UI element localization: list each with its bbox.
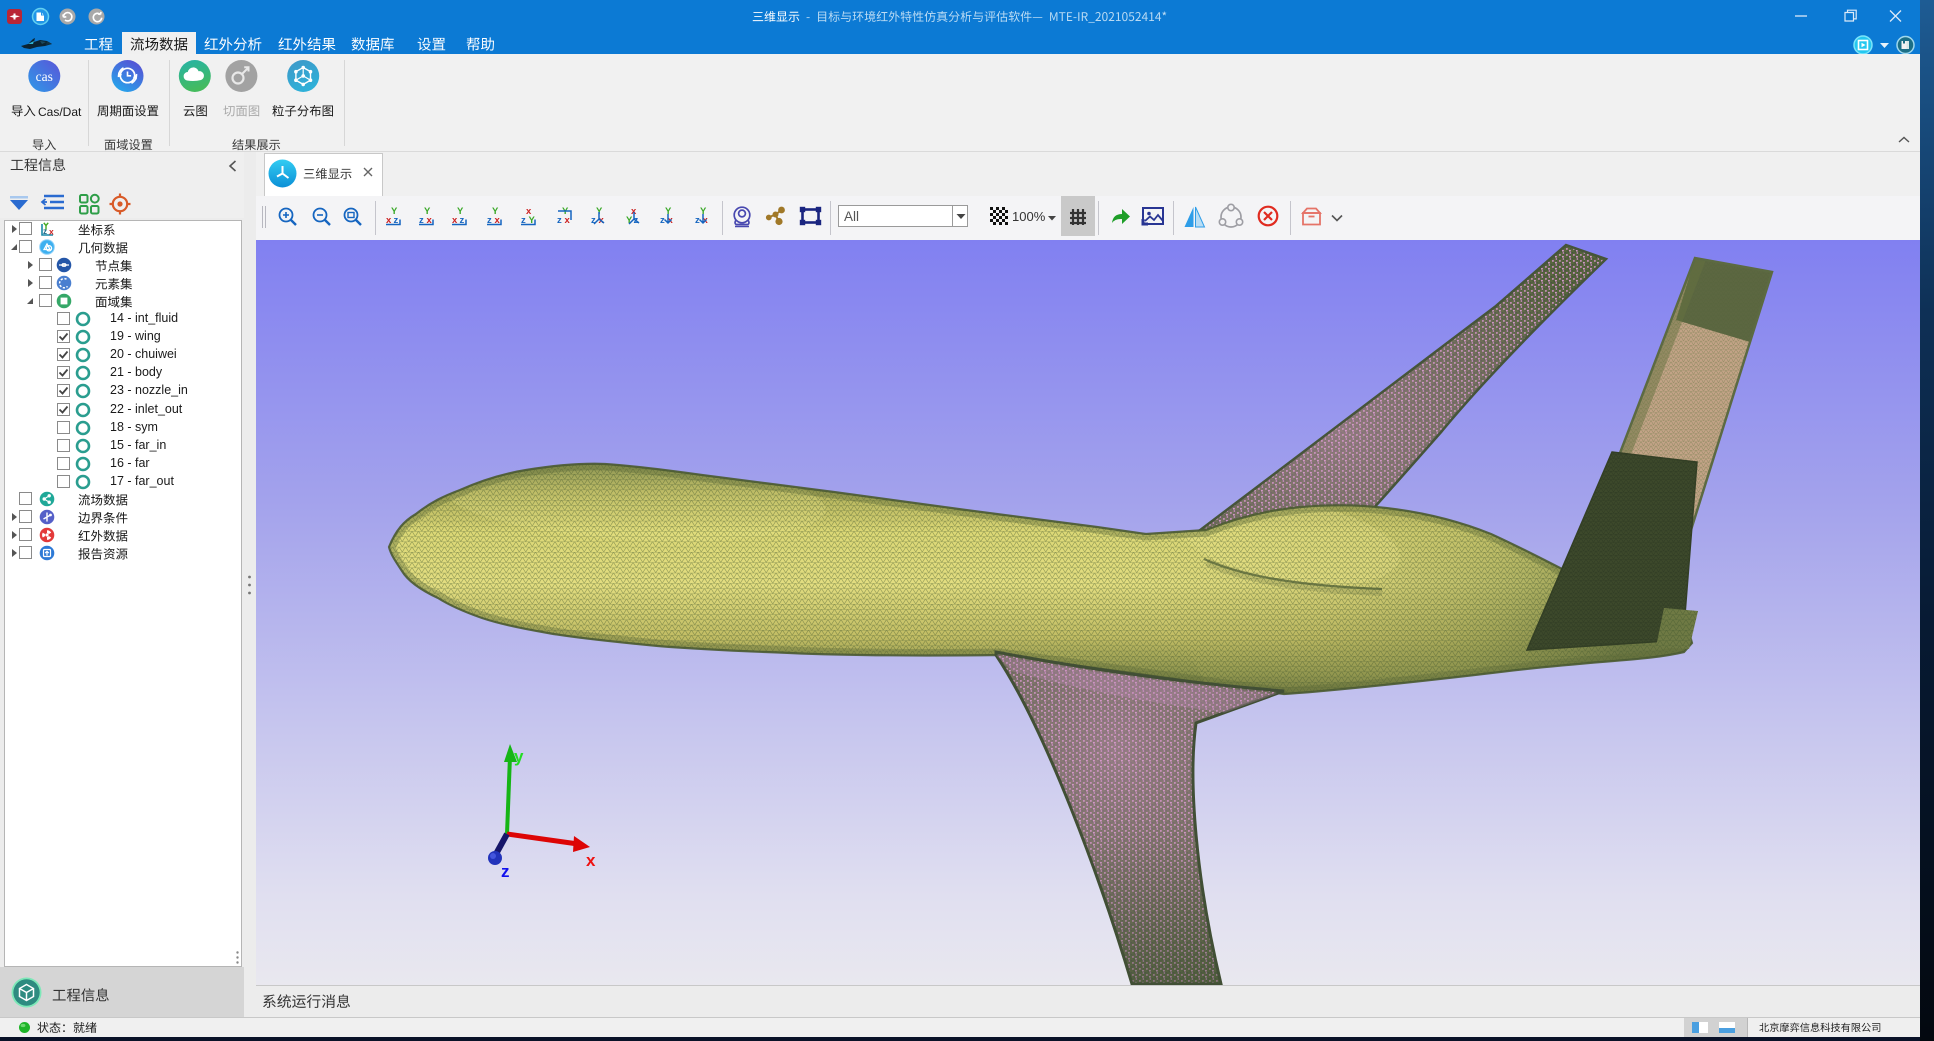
svg-text:Y: Y [492,206,499,217]
svg-text:x: x [526,206,532,217]
svg-text:z: z [43,227,47,236]
svg-text:cas: cas [36,69,53,84]
svg-text:Y: Y [391,206,398,217]
svg-text:Y: Y [457,206,464,217]
svg-text:x: x [586,851,596,870]
svg-text:Y: Y [424,206,431,217]
svg-text:y: y [514,747,524,766]
svg-text:z: z [501,862,510,881]
svg-text:x: x [49,227,54,237]
